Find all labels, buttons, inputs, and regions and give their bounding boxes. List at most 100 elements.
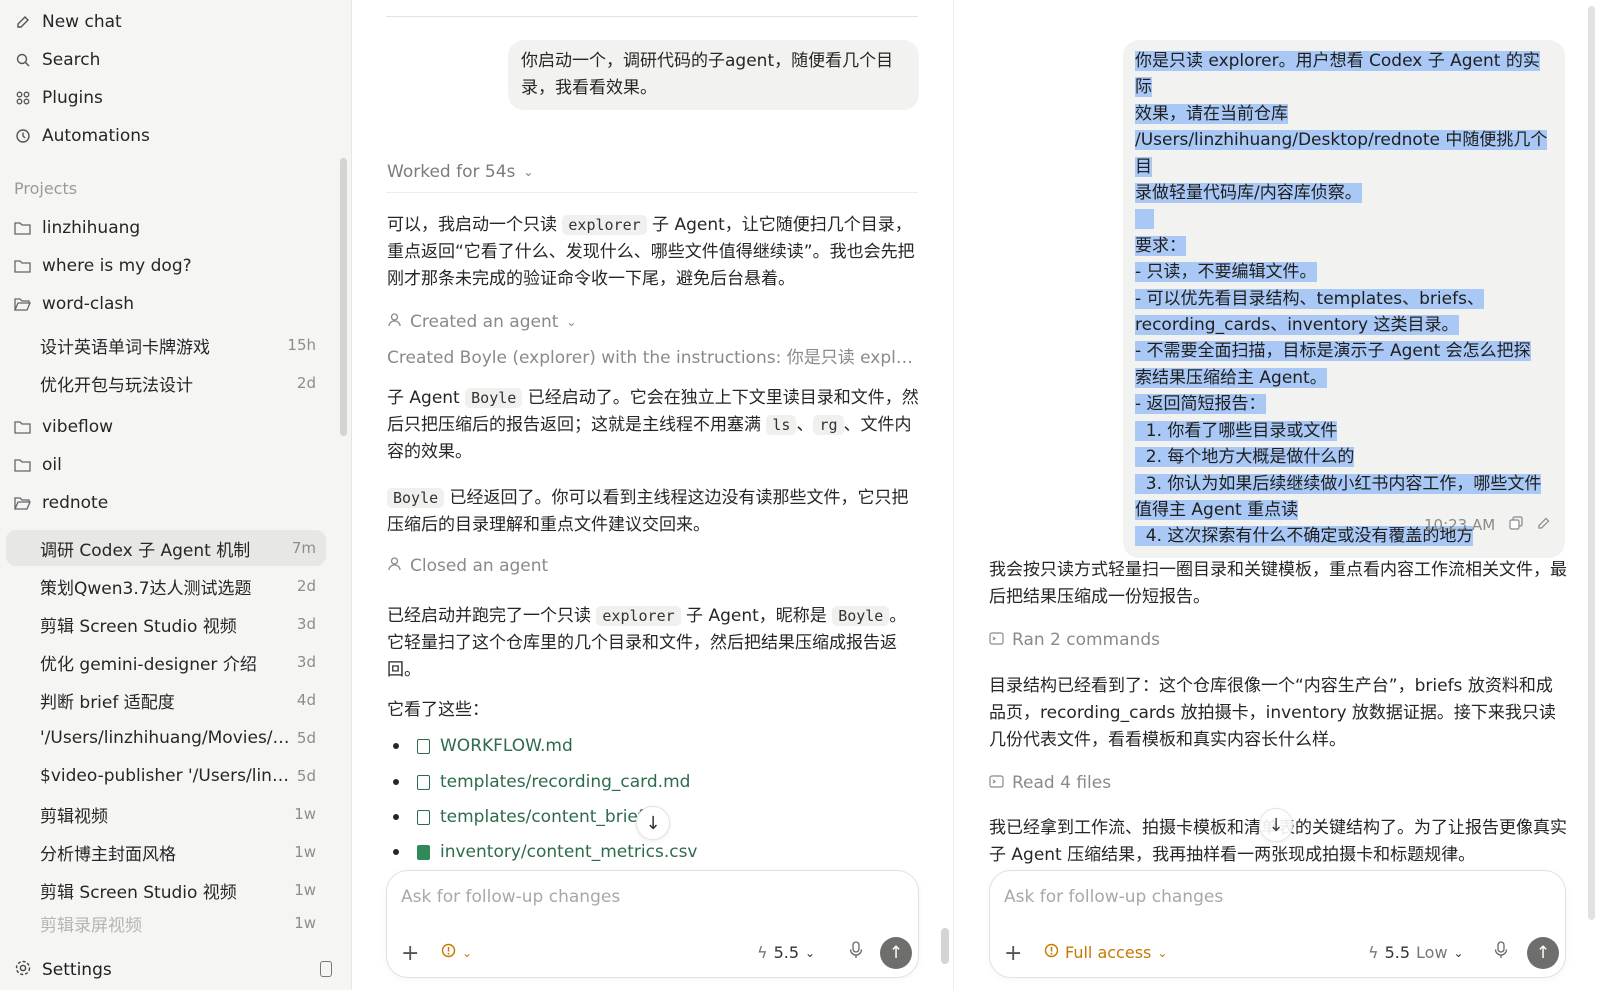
bolt-icon: ϟ [757,943,768,962]
worked-toggle[interactable]: Worked for 54s ⌄ [387,162,533,182]
read-files-label: Read 4 files [1012,773,1112,793]
thread-title: 优化开包与玩法设计 [40,375,193,396]
selected-text: 3. 你认为如果后续继续做小红书内容工作，哪些文件 [1135,473,1542,494]
mic-button[interactable] [1494,941,1508,964]
clock-icon [14,127,32,145]
folder-icon [14,418,32,436]
terminal-icon [989,630,1004,650]
project-where-is-my-dog[interactable]: where is my dog? [14,251,192,281]
scroll-down-button[interactable]: ↓ [1259,808,1293,842]
folder-open-icon [14,295,32,313]
user-message: 你启动一个，调研代码的子agent，随便看几个目录，我看看效果。 [508,40,919,110]
thread-age: 2d [296,374,316,392]
file-link[interactable]: templates/content_brief. [393,807,648,827]
model-dropdown[interactable]: ϟ 5.5 ⌄ [757,943,815,962]
file-link[interactable]: WORKFLOW.md [393,736,573,756]
copy-icon[interactable] [1509,516,1523,534]
sidebar-scrollbar[interactable] [340,158,347,436]
message-line: 录做轻量代码库/内容库侦察。 [1135,180,1553,206]
message-line: - 只读，不要编辑文件。 [1135,259,1553,285]
middle-scrollbar[interactable] [941,928,949,964]
mic-button[interactable] [849,941,863,964]
thread-age: 1w [294,843,316,861]
effort-label: Low [1416,943,1448,962]
automations-button[interactable]: Automations [14,121,150,151]
selected-text: 值得主 Agent 重点读 [1135,499,1299,520]
created-agent-toggle[interactable]: Created an agent ⌄ [387,312,576,332]
thread-age: 5d [296,729,316,747]
new-chat-button[interactable]: New chat [14,7,122,37]
project-vibeflow[interactable]: vibeflow [14,412,113,442]
text: 子 Agent，昵称是 [680,606,833,626]
ran-commands-label: Ran 2 commands [1012,630,1160,650]
sidebar-toggle-icon[interactable] [320,961,332,977]
closed-agent-label: Closed an agent [410,556,549,576]
thread-item[interactable]: 剪辑 Screen Studio 视频 1w [6,872,326,908]
document-icon [417,774,430,790]
scroll-down-button[interactable]: ↓ [636,806,670,840]
read-files-row[interactable]: Read 4 files [989,773,1111,793]
thread-item[interactable]: '/Users/linzhihuang/Movies/e... 5d [6,720,326,756]
selected-text: - 返回简短报告： [1135,394,1266,415]
thread-item[interactable]: 优化开包与玩法设计 2d [6,365,326,401]
message-line: 1. 你看了哪些目录或文件 [1135,418,1553,444]
thread-title: 优化 gemini-designer 介绍 [40,654,257,675]
access-dropdown[interactable]: ⌄ [441,943,472,962]
folder-icon [14,219,32,237]
settings-button[interactable]: Settings [14,955,112,985]
new-chat-label: New chat [42,12,122,32]
agent-icon [387,312,402,332]
project-rednote[interactable]: rednote [14,488,108,518]
thread-item[interactable]: 剪辑 Screen Studio 视频 3d [6,606,326,642]
warning-icon [441,943,456,962]
search-button[interactable]: Search [14,45,100,75]
file-link[interactable]: inventory/content_metrics.csv [393,842,698,862]
thread-age: 4d [296,691,316,709]
add-attachment-button[interactable]: + [401,941,419,966]
thread-item-active[interactable]: 调研 Codex 子 Agent 机制 7m [6,530,326,566]
thread-item[interactable]: 设计英语单词卡牌游戏 15h [6,327,326,363]
thread-age: 3d [296,615,316,633]
project-linzhihuang[interactable]: linzhihuang [14,213,140,243]
composer-input[interactable]: Ask for follow-up changes [401,887,620,907]
inline-code: Boyle [832,606,890,626]
model-dropdown[interactable]: ϟ 5.5 Low ⌄ [1368,943,1464,962]
send-button[interactable]: ↑ [1527,937,1559,969]
folder-icon [14,456,32,474]
text: 已经返回了。你可以看到主线程这边没有读那些文件，它只把压缩后的目录理解和重点文件… [387,488,909,535]
access-label: Full access [1065,943,1152,962]
edit-icon[interactable] [1537,516,1551,534]
composer-input[interactable]: Ask for follow-up changes [1004,887,1223,907]
thread-item[interactable]: 剪辑录屏视频 1w [6,910,326,936]
text: 可以，我启动一个只读 [387,215,563,235]
access-dropdown[interactable]: Full access ⌄ [1044,943,1167,962]
thread-item[interactable]: 剪辑视频 1w [6,796,326,832]
terminal-icon [989,773,1004,793]
thread-item[interactable]: $video-publisher '/Users/linz... 5d [6,758,326,794]
file-link[interactable]: templates/recording_card.md [393,772,690,792]
assistant-paragraph: Boyle 已经返回了。你可以看到主线程这边没有读那些文件，它只把压缩后的目录理… [387,485,919,539]
folder-open-icon [14,494,32,512]
thread-item[interactable]: 策划Qwen3.7达人测试选题 2d [6,568,326,604]
thread-title: 调研 Codex 子 Agent 机制 [40,540,251,561]
project-word-clash[interactable]: word-clash [14,289,134,319]
plugins-button[interactable]: Plugins [14,83,103,113]
project-oil[interactable]: oil [14,450,62,480]
search-icon [14,51,32,69]
closed-agent-row[interactable]: Closed an agent [387,556,548,576]
selected-text: 1. 你看了哪些目录或文件 [1135,420,1338,441]
send-button[interactable]: ↑ [880,937,912,969]
selected-text: 4. 这次探索有什么不确定或没有覆盖的地方 [1135,526,1474,547]
thread-item[interactable]: 分析博主封面风格 1w [6,834,326,870]
right-scrollbar[interactable] [1588,6,1595,920]
thread-item[interactable]: 判断 brief 适配度 4d [6,682,326,718]
add-attachment-button[interactable]: + [1004,941,1022,966]
message-line: 索结果压缩给主 Agent。 [1135,365,1553,391]
selected-text [1135,209,1155,230]
divider [386,192,918,193]
inline-code: explorer [596,606,681,626]
thread-item[interactable]: 优化 gemini-designer 介绍 3d [6,644,326,680]
assistant-paragraph: 可以，我启动一个只读 explorer 子 Agent，让它随便扫几个目录，重点… [387,212,919,293]
ran-commands-row[interactable]: Ran 2 commands [989,630,1160,650]
thread-title: 剪辑视频 [40,806,108,827]
